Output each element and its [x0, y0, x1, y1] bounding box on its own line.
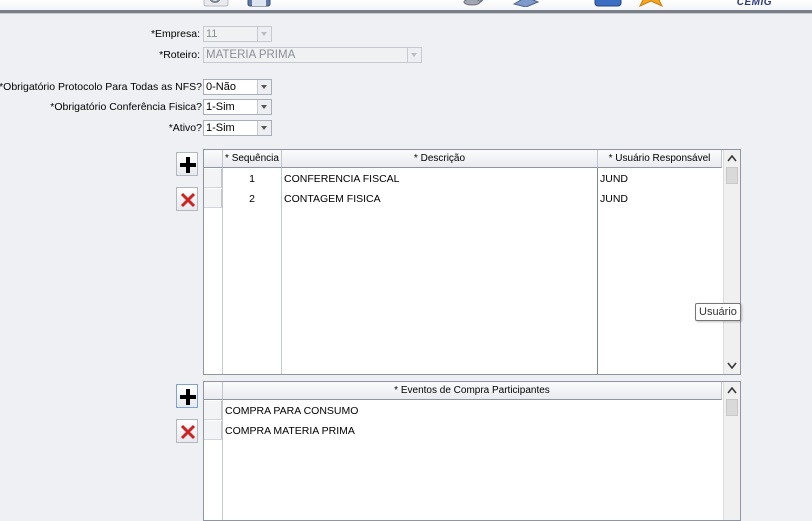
- ativo-select[interactable]: 1-Sim: [203, 120, 272, 136]
- col-header-eventos[interactable]: * Eventos de Compra Participantes: [223, 382, 722, 400]
- database-icon[interactable]: [462, 0, 488, 7]
- ativo-value: 1-Sim: [206, 122, 235, 134]
- obrig-conferencia-label: *Obrigatório Conferência Fisica?: [50, 101, 202, 113]
- chevron-up-icon[interactable]: [727, 154, 737, 162]
- col-header-descricao[interactable]: * Descrição: [282, 150, 598, 168]
- chevron-down-icon: [407, 48, 421, 62]
- grid-scrollbar[interactable]: [723, 150, 740, 374]
- chevron-up-icon[interactable]: [727, 386, 737, 394]
- brand-logo: CEMIG: [736, 0, 772, 8]
- plus-icon: [180, 389, 196, 405]
- grid-corner: [204, 382, 223, 400]
- toolbar-divider-light: [0, 13, 812, 14]
- book-icon[interactable]: [512, 0, 540, 7]
- plus-icon: [180, 157, 196, 173]
- grid-corner: [204, 150, 223, 168]
- row-header[interactable]: [204, 421, 222, 440]
- table-row[interactable]: 1: [223, 169, 281, 189]
- phone-icon[interactable]: [594, 0, 624, 7]
- row-header[interactable]: [204, 189, 222, 208]
- col-header-usuario[interactable]: * Usuário Responsável: [598, 150, 722, 168]
- toolbar: CEMIG: [0, 0, 812, 10]
- row-header[interactable]: [204, 401, 222, 420]
- sequencia-grid: * Sequência * Descrição * Usuário Respon…: [203, 149, 741, 375]
- table-row[interactable]: CONFERENCIA FISCAL: [282, 169, 597, 189]
- chevron-down-icon: [257, 80, 271, 94]
- empresa-value: 11: [206, 28, 218, 40]
- list-item[interactable]: COMPRA MATERIA PRIMA: [223, 421, 722, 441]
- roteiro-select[interactable]: MATERIA PRIMA: [203, 47, 422, 63]
- chevron-down-icon: [257, 100, 271, 114]
- table-row[interactable]: CONTAGEM FISICA: [282, 189, 597, 209]
- table-row[interactable]: JUND: [598, 169, 721, 189]
- col-header-sequencia[interactable]: * Sequência: [223, 150, 282, 168]
- delete-evento-button[interactable]: [176, 419, 198, 443]
- empresa-select[interactable]: 11: [203, 26, 272, 42]
- obrig-conferencia-select[interactable]: 1-Sim: [203, 99, 272, 115]
- roteiro-label: *Roteiro:: [159, 49, 200, 61]
- obrig-protocolo-select[interactable]: 0-Não: [203, 79, 272, 95]
- tooltip: Usuário: [695, 303, 741, 321]
- list-item[interactable]: COMPRA PARA CONSUMO: [223, 401, 722, 421]
- ativo-label: *Ativo?: [168, 122, 202, 134]
- obrig-protocolo-value: 0-Não: [206, 81, 236, 93]
- scrollbar-thumb[interactable]: [726, 399, 738, 416]
- chevron-down-icon: [257, 121, 271, 135]
- obrig-protocolo-label: *Obrigatório Protocolo Para Todas as NFS…: [0, 81, 202, 93]
- chevron-down-icon: [257, 27, 271, 41]
- row-header[interactable]: [204, 169, 222, 188]
- delete-row-button[interactable]: [176, 187, 198, 211]
- obrig-conferencia-value: 1-Sim: [206, 101, 235, 113]
- empresa-label: *Empresa:: [150, 28, 200, 40]
- table-row[interactable]: JUND: [598, 189, 721, 209]
- star-icon[interactable]: [638, 0, 664, 7]
- table-row[interactable]: 2: [223, 189, 281, 209]
- chevron-down-icon[interactable]: [727, 362, 737, 370]
- close-icon: [180, 424, 196, 440]
- search-icon[interactable]: [203, 0, 233, 7]
- grid-scrollbar[interactable]: [723, 382, 740, 520]
- add-evento-button[interactable]: [176, 384, 198, 408]
- eventos-grid: * Eventos de Compra Participantes COMPRA…: [203, 381, 741, 521]
- scrollbar-thumb[interactable]: [726, 167, 738, 184]
- roteiro-value: MATERIA PRIMA: [206, 49, 296, 61]
- close-icon: [180, 192, 196, 208]
- save-icon[interactable]: [247, 0, 273, 7]
- add-row-button[interactable]: [176, 152, 198, 176]
